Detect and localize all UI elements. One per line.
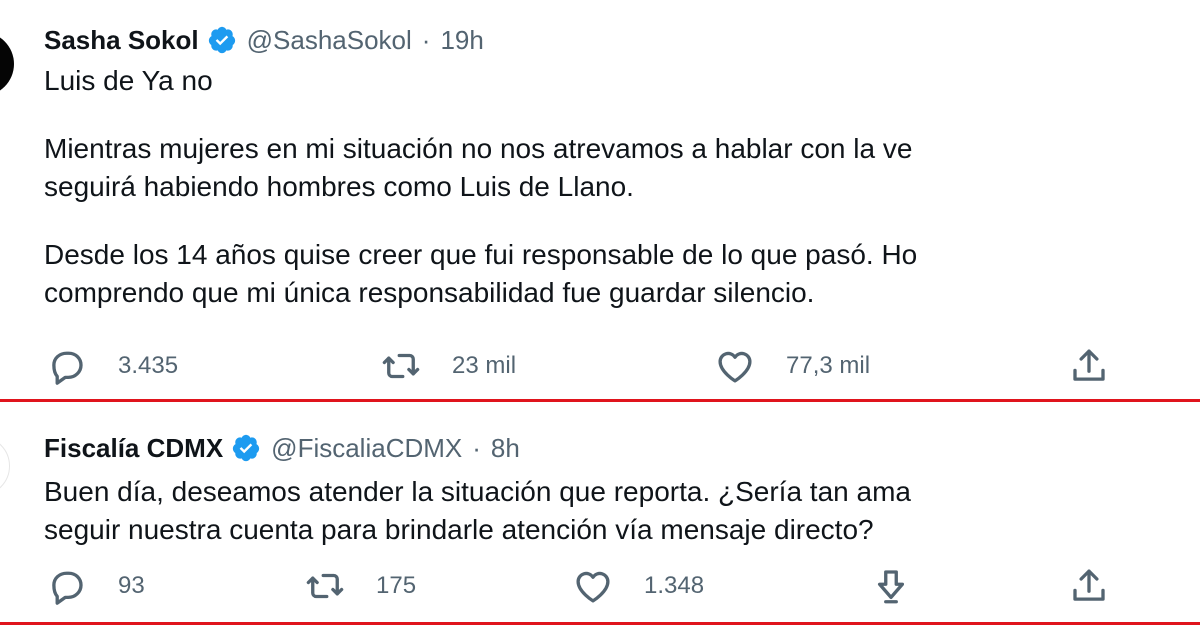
bookmark-button[interactable]: [870, 566, 912, 606]
retweet-count: 23 mil: [452, 352, 517, 379]
tweet-text: Luis de Ya no Mientras mujeres en mi sit…: [44, 62, 1200, 312]
retweet-icon: [306, 573, 344, 599]
separator-dot: ·: [421, 25, 431, 55]
reply-count: 3.435: [118, 352, 179, 379]
tweet-actions: 93 175 1.348: [0, 566, 1200, 606]
avatar[interactable]: [0, 436, 10, 496]
tweet-text-line: Luis de Ya no: [44, 65, 213, 96]
handle[interactable]: @SashaSokol: [247, 24, 412, 56]
tweet-text-line: Desde los 14 años quise creer que fui re…: [44, 239, 918, 270]
tweet-sasha-sokol[interactable]: Sasha Sokol @SashaSokol · 19h Luis de Ya…: [0, 0, 1200, 396]
reply-icon: [52, 571, 83, 605]
tweet-header: Sasha Sokol @SashaSokol · 19h: [44, 24, 484, 56]
like-count: 1.348: [644, 572, 705, 599]
retweet-count: 175: [376, 572, 417, 599]
retweet-button[interactable]: 23 mil: [380, 346, 516, 386]
timestamp[interactable]: 8h: [491, 432, 520, 464]
tweet-fiscalia-cdmx[interactable]: Fiscalía CDMX @FiscaliaCDMX · 8h Buen dí…: [0, 406, 1200, 620]
tweet-text-line: seguir nuestra cuenta para brindarle ate…: [44, 514, 874, 545]
reply-button[interactable]: 93: [46, 566, 145, 606]
like-button[interactable]: 77,3 mil: [714, 346, 870, 386]
reply-icon: [52, 351, 83, 385]
share-icon: [1073, 569, 1105, 601]
like-count: 77,3 mil: [786, 352, 871, 379]
retweet-button[interactable]: 175: [304, 566, 416, 606]
reply-count: 93: [118, 572, 145, 599]
share-icon: [1073, 349, 1105, 381]
share-button[interactable]: [1068, 346, 1110, 386]
like-button[interactable]: 1.348: [572, 566, 704, 606]
retweet-icon: [382, 353, 420, 379]
verified-badge-icon: [208, 26, 235, 54]
like-icon: [718, 351, 752, 383]
reply-button[interactable]: 3.435: [46, 346, 178, 386]
verified-badge-icon: [233, 434, 260, 462]
share-button[interactable]: [1068, 566, 1110, 606]
timestamp[interactable]: 19h: [440, 24, 483, 56]
bookmark-down-icon: [877, 570, 905, 604]
tweet-header: Fiscalía CDMX @FiscaliaCDMX · 8h: [44, 432, 520, 464]
display-name[interactable]: Fiscalía CDMX: [44, 432, 223, 464]
separator-dot: ·: [472, 433, 481, 463]
like-icon: [576, 571, 610, 603]
display-name[interactable]: Sasha Sokol: [44, 24, 199, 56]
red-divider: [0, 399, 1200, 402]
tweet-text: Buen día, deseamos atender la situación …: [44, 473, 1200, 549]
tweet-text-line: seguirá habiendo hombres como Luis de Ll…: [44, 171, 634, 202]
avatar[interactable]: [0, 32, 14, 96]
handle[interactable]: @FiscaliaCDMX: [271, 432, 462, 464]
tweet-text-line: comprendo que mi única responsabilidad f…: [44, 277, 815, 308]
red-divider: [0, 622, 1200, 625]
tweet-text-line: Buen día, deseamos atender la situación …: [44, 476, 911, 507]
tweet-actions: 3.435 23 mil 77,3 mil: [0, 346, 1200, 386]
tweet-text-line: Mientras mujeres en mi situación no nos …: [44, 133, 913, 164]
